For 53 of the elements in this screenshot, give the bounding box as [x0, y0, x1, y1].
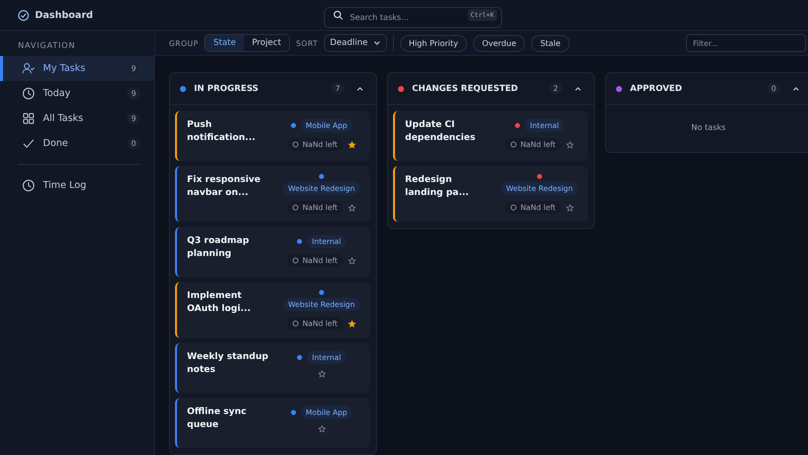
check-icon [22, 137, 35, 150]
star-icon[interactable] [348, 320, 356, 328]
star-icon[interactable] [348, 256, 356, 264]
task-title: Weekly standup notes [187, 351, 270, 377]
chevron-down-icon [372, 39, 381, 47]
task-title: Implement OAuth logi... [187, 290, 252, 316]
search-icon [333, 10, 343, 20]
user-icon [22, 62, 35, 75]
filter-chip[interactable]: Stale [531, 34, 570, 52]
chevron-up-icon [792, 84, 800, 92]
filter-chip[interactable]: High Priority [400, 34, 468, 52]
circle-icon [292, 141, 300, 148]
circle-icon [292, 320, 300, 327]
column-title: IN PROGRESS [194, 84, 260, 94]
empty-message: No tasks [690, 122, 727, 134]
star-icon[interactable] [348, 204, 356, 212]
project-dot [297, 355, 302, 360]
app-title: Dashboard [35, 10, 93, 20]
circle-icon [510, 141, 518, 148]
chevron-up-icon [574, 84, 582, 92]
column-title: APPROVED [630, 84, 684, 94]
task-title: Q3 roadmap planning [187, 235, 250, 261]
nav-item[interactable]: Time Log [0, 173, 154, 198]
section-heading: NAVIGATION [17, 41, 76, 52]
circle-icon [510, 204, 518, 211]
task-title: Redesign landing pa... [405, 174, 470, 200]
star-icon[interactable] [348, 140, 356, 148]
project-dot [515, 123, 520, 128]
project-dot [319, 174, 324, 179]
project-dot [290, 410, 296, 415]
grid-icon [22, 112, 35, 125]
clock-icon [22, 87, 35, 100]
sort-dropdown[interactable]: Deadline [324, 34, 387, 52]
column-title: CHANGES REQUESTED [412, 84, 519, 94]
chevron-up-icon [356, 84, 364, 92]
circle-icon [292, 204, 300, 211]
project-dot [290, 123, 296, 128]
filter-chip[interactable]: Overdue [473, 34, 526, 52]
circle-icon [292, 257, 300, 264]
star-icon[interactable] [566, 204, 574, 212]
project-dot [297, 239, 302, 244]
project-dot [537, 174, 542, 179]
task-title: Offline sync queue [187, 406, 248, 432]
project-dot [319, 290, 324, 295]
task-title: Push notification... [187, 119, 256, 145]
star-icon[interactable] [566, 140, 574, 148]
check-circle-icon [18, 10, 29, 20]
group-option[interactable]: State [205, 35, 244, 51]
task-title: Update CI dependencies [405, 119, 476, 145]
clock-icon [22, 179, 35, 192]
star-icon[interactable] [318, 370, 326, 378]
star-icon[interactable] [318, 425, 326, 433]
task-title: Fix responsive navbar on... [187, 174, 262, 200]
